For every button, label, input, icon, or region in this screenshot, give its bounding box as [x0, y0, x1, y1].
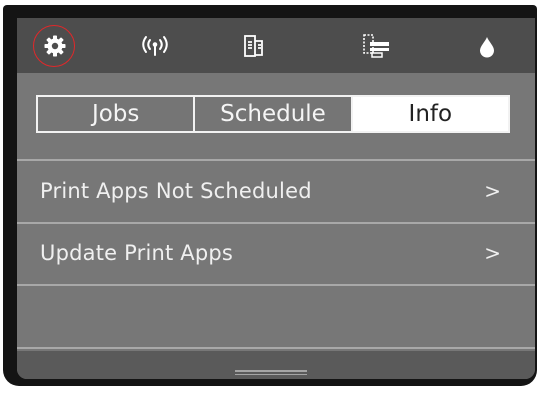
highlight-circle: [33, 25, 75, 67]
list-item-update-print-apps[interactable]: Update Print Apps >: [17, 224, 535, 282]
list-item-label: Print Apps Not Scheduled: [40, 179, 312, 203]
chevron-right-icon: >: [484, 179, 501, 203]
printer-screen: Jobs Schedule Info Print Apps Not Schedu…: [17, 18, 535, 379]
tab-info[interactable]: Info: [350, 97, 508, 131]
chevron-right-icon: >: [484, 241, 501, 265]
printer-status-icon[interactable]: [355, 25, 399, 67]
divider: [17, 347, 535, 349]
wireless-signal-icon[interactable]: [133, 25, 177, 67]
ink-drop-icon[interactable]: [465, 25, 509, 67]
drawer-handle[interactable]: [235, 370, 307, 376]
list-item-label: Update Print Apps: [40, 241, 234, 265]
tab-jobs[interactable]: Jobs: [38, 97, 194, 131]
top-status-bar: [17, 18, 535, 73]
device-bezel: Jobs Schedule Info Print Apps Not Schedu…: [3, 5, 537, 386]
list-item-empty: [17, 286, 535, 344]
tab-schedule[interactable]: Schedule: [193, 97, 351, 131]
list-item-print-apps-not-scheduled[interactable]: Print Apps Not Scheduled >: [17, 162, 535, 220]
settings-gear-icon[interactable]: [33, 25, 77, 67]
divider: [17, 159, 535, 161]
wifi-direct-print-icon[interactable]: [232, 25, 276, 67]
tab-bar: Jobs Schedule Info: [36, 95, 510, 133]
bottom-bar: [17, 351, 535, 379]
